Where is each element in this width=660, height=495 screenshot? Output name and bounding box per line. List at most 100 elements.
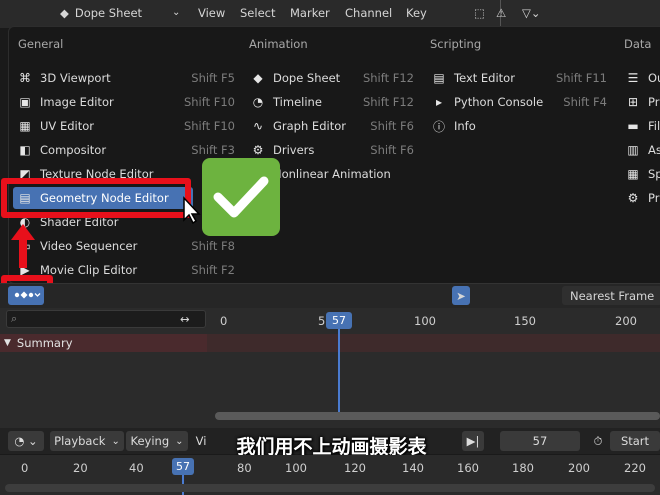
uv-icon: ▦ bbox=[19, 119, 31, 133]
select-box-icon[interactable]: ⬚ bbox=[474, 0, 485, 25]
graph-icon: ∿ bbox=[252, 119, 264, 133]
item-shortcut: Shift F3 bbox=[191, 143, 235, 157]
compositor-icon: ◧ bbox=[19, 143, 31, 157]
drivers-icon: ⚙ bbox=[252, 143, 264, 157]
ruler-tick: 200 bbox=[568, 461, 590, 475]
text-editor-icon: ▤ bbox=[433, 71, 445, 85]
swap-icon[interactable]: ↔ bbox=[180, 309, 190, 329]
timeline-icon: ◔ bbox=[252, 95, 264, 109]
menu-key[interactable]: Key bbox=[406, 0, 427, 25]
info-icon: ⓘ bbox=[432, 119, 445, 134]
menu-header-animation: Animation bbox=[249, 37, 308, 51]
warning-icon[interactable]: ⚠ bbox=[496, 0, 506, 25]
summary-label: Summary bbox=[16, 336, 73, 350]
folder-icon: ▬ bbox=[627, 119, 639, 133]
menu-item-timeline[interactable]: ◔ Timeline Shift F12 bbox=[250, 91, 414, 113]
ruler-tick: 120 bbox=[344, 461, 366, 475]
menu-channel[interactable]: Channel bbox=[345, 0, 392, 25]
tick-label: 5 bbox=[318, 314, 326, 328]
spreadsheet-icon: ▦ bbox=[627, 167, 639, 181]
item-shortcut: Shift F2 bbox=[191, 263, 235, 277]
item-label: Image Editor bbox=[40, 95, 114, 109]
ruler-tick: 220 bbox=[624, 461, 646, 475]
current-frame-field[interactable]: 57 bbox=[500, 431, 580, 451]
menu-item-python-console[interactable]: ▸ Python Console Shift F4 bbox=[431, 91, 607, 113]
item-label: Python Console bbox=[454, 95, 544, 109]
item-label: Info bbox=[454, 119, 476, 133]
dope-sheet-icon: ◆ bbox=[253, 71, 263, 85]
item-label: Video Sequencer bbox=[40, 239, 138, 253]
tick-label: 150 bbox=[514, 314, 536, 328]
menu-item-info[interactable]: ⓘ Info bbox=[431, 115, 607, 137]
mouse-cursor-icon bbox=[183, 196, 201, 224]
ruler-tick: 20 bbox=[73, 461, 88, 475]
blender-screen: { "menu": { "general": { "header": "Gene… bbox=[0, 0, 660, 495]
snap-dropdown[interactable]: Nearest Frame bbox=[562, 286, 660, 305]
tick-label: 0 bbox=[220, 314, 228, 328]
menu-item-compositor[interactable]: ◧ Compositor Shift F3 bbox=[17, 139, 235, 161]
summary-channel[interactable]: ▼ Summary bbox=[0, 334, 207, 352]
mode-label: Dope Sheet bbox=[74, 5, 143, 20]
horizontal-scrollbar[interactable] bbox=[215, 412, 660, 420]
ruler-tick: 100 bbox=[285, 461, 307, 475]
item-label: Pr bbox=[648, 191, 660, 205]
item-shortcut: Shift F6 bbox=[370, 119, 414, 133]
item-shortcut: Shift F12 bbox=[362, 71, 414, 85]
start-frame-field[interactable]: Start bbox=[610, 431, 660, 451]
menu-item-spreadsheet[interactable]: ▦ Sp bbox=[625, 163, 660, 185]
filter-icon[interactable]: ▽⌄ bbox=[522, 0, 540, 25]
stopwatch-icon[interactable]: ⏱ bbox=[588, 431, 608, 451]
item-label: Dope Sheet bbox=[273, 71, 341, 85]
item-label: Graph Editor bbox=[273, 119, 346, 133]
ruler-tick: 80 bbox=[237, 461, 252, 475]
keying-menu[interactable]: Keying ⌄ bbox=[126, 431, 188, 451]
playhead-line bbox=[338, 322, 340, 412]
summary-track bbox=[207, 334, 660, 352]
mode-selector[interactable]: ◆ Dope Sheet ⌄ bbox=[60, 0, 180, 25]
ruler-tick: 140 bbox=[402, 461, 424, 475]
item-label: UV Editor bbox=[40, 119, 94, 133]
item-label: Movie Clip Editor bbox=[40, 263, 138, 277]
item-shortcut: Shift F8 bbox=[191, 239, 235, 253]
menu-item-asset-browser[interactable]: ▥ As bbox=[625, 139, 660, 161]
menu-view[interactable]: View bbox=[198, 0, 225, 25]
menu-item-video-sequencer[interactable]: ▭Video SequencerShift F8 bbox=[17, 235, 235, 257]
editor-type-menu: General ⌘ 3D Viewport Shift F5 ▣ Image Edit… bbox=[8, 26, 660, 284]
item-label: Sp bbox=[648, 167, 660, 181]
select-cursor-icon[interactable]: ➤ bbox=[452, 286, 470, 305]
dope-sheet-icon: ◆ bbox=[60, 5, 69, 20]
playback-menu[interactable]: Playback ⌄ bbox=[50, 431, 124, 451]
menu-item-preferences[interactable]: ⚙ Pr bbox=[625, 187, 660, 209]
menu-item-uv-editor[interactable]: ▦ UV Editor Shift F10 bbox=[17, 115, 235, 137]
editor-type-timeline-button[interactable]: ◔ ⌄ bbox=[8, 431, 44, 451]
item-label: 3D Viewport bbox=[40, 71, 111, 85]
item-shortcut: Shift F5 bbox=[191, 71, 235, 85]
3d-viewport-icon: ⌘ bbox=[19, 71, 31, 85]
item-shortcut: Shift F10 bbox=[183, 95, 235, 109]
console-icon: ▸ bbox=[435, 95, 443, 109]
item-shortcut: Shift F4 bbox=[563, 95, 607, 109]
gear-icon: ⚙ bbox=[627, 191, 639, 205]
search-icon: ⌕ bbox=[11, 312, 18, 325]
jump-end-icon[interactable]: ▶| bbox=[462, 431, 484, 451]
ruler-scrollbar[interactable] bbox=[5, 484, 655, 492]
ruler-playhead[interactable]: 57 bbox=[172, 458, 194, 475]
menu-marker[interactable]: Marker bbox=[290, 0, 330, 25]
menu-item-3d-viewport[interactable]: ⌘ 3D Viewport Shift F5 bbox=[17, 67, 235, 89]
menu-item-properties[interactable]: ⊞ Pr bbox=[625, 91, 660, 113]
editor-type-button[interactable] bbox=[8, 286, 44, 305]
menu-item-text-editor[interactable]: ▤ Text Editor Shift F11 bbox=[431, 67, 607, 89]
menu-item-graph-editor[interactable]: ∿ Graph Editor Shift F6 bbox=[250, 115, 414, 137]
menu-item-image-editor[interactable]: ▣ Image Editor Shift F10 bbox=[17, 91, 235, 113]
chevron-down-icon: ⌄ bbox=[111, 435, 120, 447]
playhead[interactable]: 57 bbox=[326, 312, 352, 329]
highlight-geometry-node-editor bbox=[1, 178, 191, 218]
menu-item-outliner[interactable]: ☰ Ou bbox=[625, 67, 660, 89]
menu-item-dope-sheet[interactable]: ◆ Dope Sheet Shift F12 bbox=[250, 67, 414, 89]
chevron-down-icon: ⌄ bbox=[175, 435, 184, 447]
item-shortcut: Shift F12 bbox=[362, 95, 414, 109]
channel-search-input[interactable]: ⌕ bbox=[6, 310, 206, 328]
menu-header-scripting: Scripting bbox=[430, 37, 482, 51]
menu-item-file-browser[interactable]: ▬ Fil bbox=[625, 115, 660, 137]
menu-select[interactable]: Select bbox=[240, 0, 275, 25]
